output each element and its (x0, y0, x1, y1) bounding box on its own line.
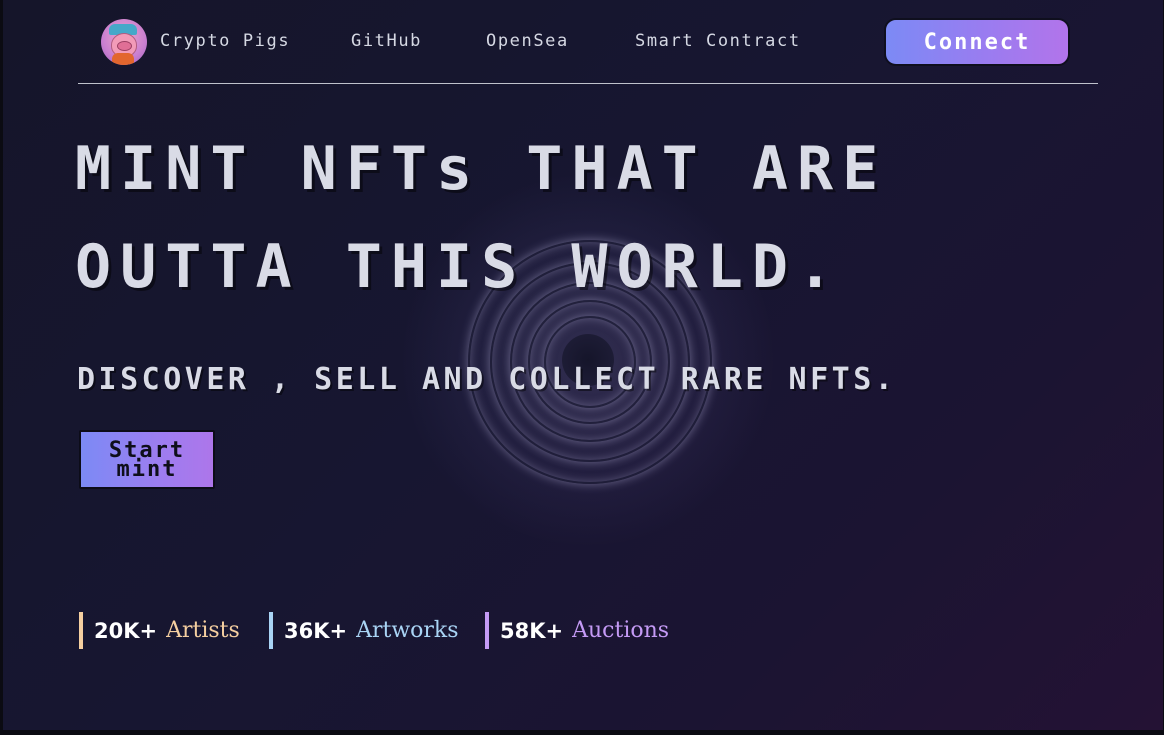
stat-artists: 20K+ Artists (79, 612, 240, 649)
page-background: Crypto Pigs GitHub OpenSea Smart Contrac… (3, 0, 1163, 730)
top-navbar: Crypto Pigs GitHub OpenSea Smart Contrac… (3, 0, 1163, 84)
pig-body-shape (112, 53, 134, 65)
stat-label: Artists (166, 618, 240, 643)
brand-name-link[interactable]: Crypto Pigs (160, 30, 290, 52)
stat-label: Artworks (356, 618, 459, 643)
pig-snout-shape (117, 41, 132, 51)
stat-accent-bar (79, 612, 83, 649)
nav-link-smart-contract[interactable]: Smart Contract (635, 30, 801, 52)
nav-divider (78, 83, 1098, 84)
connect-wallet-button[interactable]: Connect (884, 18, 1070, 66)
hero-subheadline: DISCOVER , SELL AND COLLECT RARE NFTS. (77, 362, 897, 397)
stat-label: Auctions (572, 618, 670, 643)
hero-headline-line-2: OUTTA THIS WORLD. (75, 232, 843, 302)
stat-value: 36K+ (284, 618, 348, 643)
nav-link-github[interactable]: GitHub (351, 30, 422, 52)
pig-logo-icon[interactable] (101, 19, 147, 65)
stat-artworks: 36K+ Artworks (269, 612, 459, 649)
stat-auctions: 58K+ Auctions (485, 612, 669, 649)
stat-accent-bar (269, 612, 273, 649)
stat-accent-bar (485, 612, 489, 649)
start-mint-button[interactable]: Start mint (79, 430, 215, 489)
stat-value: 20K+ (94, 618, 158, 643)
hero-headline-line-1: MINT NFTs THAT ARE (75, 134, 888, 204)
stat-value: 58K+ (500, 618, 564, 643)
nav-link-opensea[interactable]: OpenSea (486, 30, 569, 52)
